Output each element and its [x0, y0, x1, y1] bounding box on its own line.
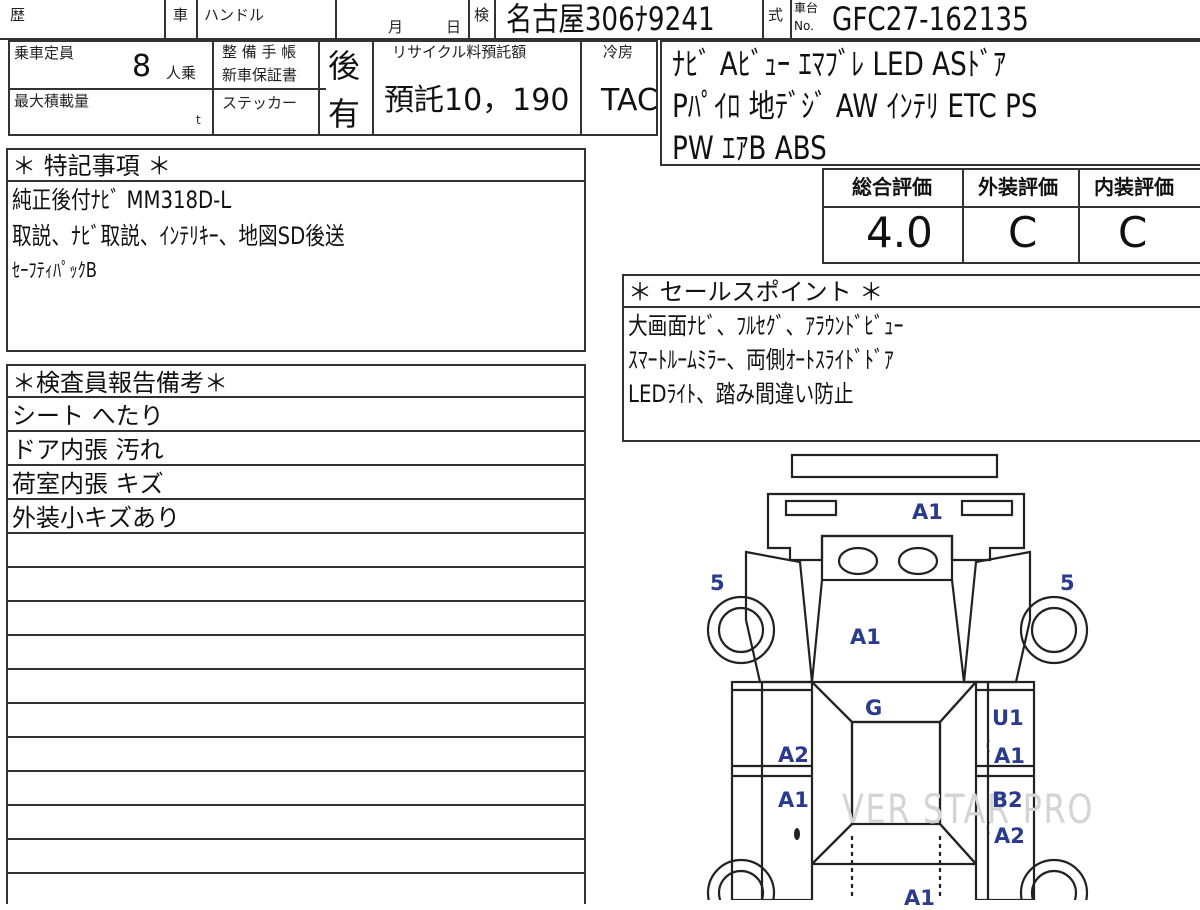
damage-front-left-tire: 5 [710, 571, 725, 595]
damage-front-right-tire: 5 [1060, 571, 1075, 595]
damage-left-front-door: A2 [778, 743, 809, 767]
damage-right-front-door-1: U1 [992, 706, 1024, 730]
damage-windshield: G [865, 696, 883, 720]
damage-left-rear-door: A1 [778, 788, 809, 812]
damage-front-bumper: A1 [912, 500, 943, 524]
damage-roof-rear: A1 [904, 886, 935, 910]
damage-hood: A1 [850, 625, 881, 649]
watermark: VER STAR PRO [842, 787, 1095, 833]
damage-right-front-door-2: A1 [994, 744, 1025, 768]
damage-right-rear-door-1: B2 [992, 788, 1023, 812]
damage-right-rear-door-2: A2 [994, 824, 1025, 848]
